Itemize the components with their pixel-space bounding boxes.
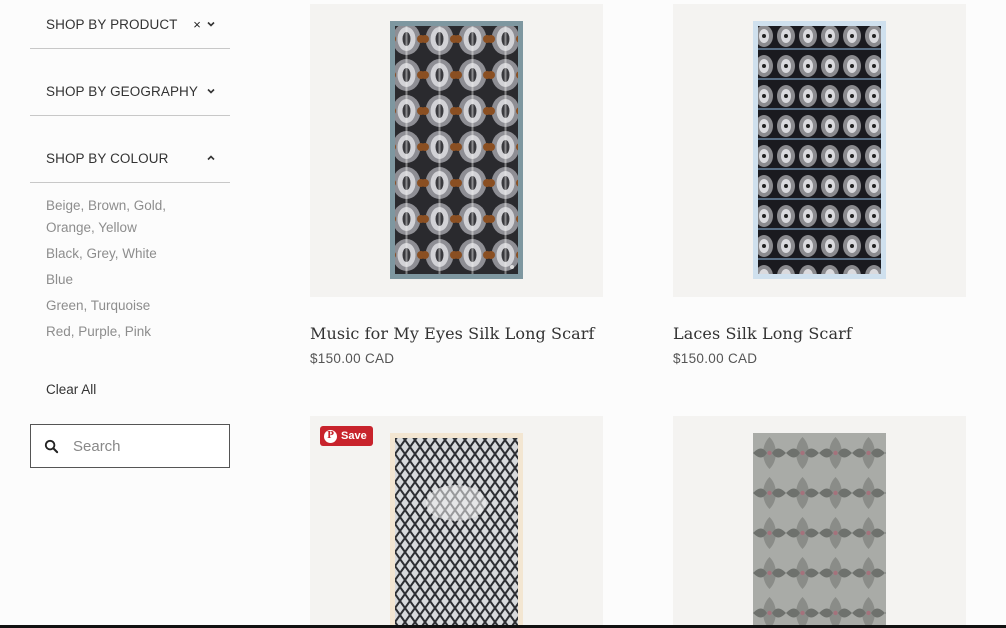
product-card[interactable]: Music for My Eyes Silk Long Scarf $150.0… (310, 4, 603, 366)
pinterest-save-button[interactable]: P Save (320, 426, 373, 446)
close-icon[interactable]: × (193, 18, 201, 31)
filter-sidebar: SHOP BY PRODUCT × SHOP BY GEOGRAPHY SHOP… (30, 0, 230, 468)
search-input[interactable] (73, 437, 213, 455)
product-price: $150.00 CAD (673, 351, 758, 366)
scarf-image[interactable] (390, 433, 523, 628)
scarf-image[interactable] (390, 21, 523, 279)
filter-label: SHOP BY COLOUR (46, 150, 169, 166)
clear-all-link[interactable]: Clear All (46, 382, 96, 397)
scarf-image[interactable] (753, 433, 886, 628)
filter-shop-by-colour[interactable]: SHOP BY COLOUR (30, 116, 230, 183)
product-image-frame[interactable] (673, 4, 966, 297)
colour-option-blue[interactable]: Blue (46, 269, 214, 291)
pinterest-save-label: Save (341, 430, 367, 442)
search-box (30, 424, 230, 468)
search-icon (44, 439, 59, 453)
product-card[interactable] (673, 416, 966, 628)
filter-label: SHOP BY GEOGRAPHY (46, 83, 198, 99)
filter-shop-by-geography[interactable]: SHOP BY GEOGRAPHY (30, 49, 230, 116)
colour-option-green[interactable]: Green, Turquoise (46, 295, 214, 317)
product-image-frame[interactable]: P Save (310, 416, 603, 628)
product-image-frame[interactable] (310, 4, 603, 297)
product-title[interactable]: Music for My Eyes Silk Long Scarf (310, 324, 603, 343)
product-image-frame[interactable] (673, 416, 966, 628)
chevron-down-icon (207, 21, 215, 27)
colour-option-black-grey[interactable]: Black, Grey, White (46, 243, 214, 265)
colour-option-red[interactable]: Red, Purple, Pink (46, 321, 214, 343)
colour-options: Beige, Brown, Gold, Orange, Yellow Black… (30, 183, 230, 343)
filter-shop-by-product[interactable]: SHOP BY PRODUCT × (30, 0, 230, 49)
chevron-down-icon (207, 88, 215, 94)
product-card[interactable]: P Save (310, 416, 603, 628)
product-card[interactable]: Laces Silk Long Scarf $150.00 CAD (673, 4, 966, 366)
product-title[interactable]: Laces Silk Long Scarf (673, 324, 966, 343)
scarf-image[interactable] (753, 21, 886, 279)
pinterest-icon: P (324, 429, 337, 443)
filter-label: SHOP BY PRODUCT (46, 16, 178, 32)
colour-option-beige-brown[interactable]: Beige, Brown, Gold, Orange, Yellow (46, 195, 214, 239)
chevron-up-icon (207, 155, 215, 161)
product-price: $150.00 CAD (310, 351, 395, 366)
